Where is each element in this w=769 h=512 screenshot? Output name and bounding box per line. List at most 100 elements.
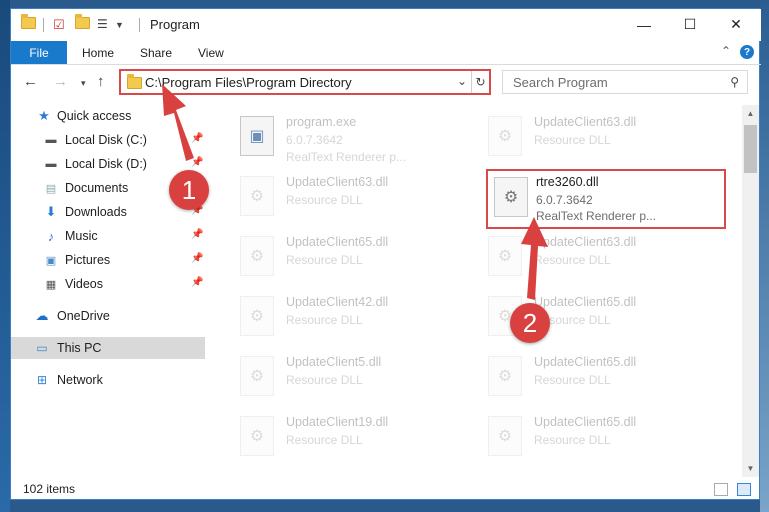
chevron-down-icon[interactable]: ▼ bbox=[115, 20, 124, 36]
scrollbar-thumb[interactable] bbox=[744, 125, 757, 173]
close-button[interactable]: ✕ bbox=[713, 9, 759, 40]
step-2-badge: 2 bbox=[510, 303, 550, 343]
sidebar-item-music[interactable]: ♪ Music 📌 bbox=[11, 225, 205, 247]
file-description: RealText Renderer p... bbox=[536, 209, 657, 223]
dll-gear-icon: ⚙ bbox=[488, 236, 522, 276]
file-type: Resource DLL bbox=[534, 253, 611, 267]
file-version: 6.0.7.3642 bbox=[536, 193, 593, 207]
pictures-icon: ▣ bbox=[45, 254, 57, 267]
search-icon[interactable]: ⚲ bbox=[730, 75, 739, 89]
list-item[interactable]: ⚙ UpdateClient42.dll Resource DLL bbox=[230, 291, 460, 351]
back-button[interactable]: ← bbox=[23, 73, 38, 90]
file-type: Resource DLL bbox=[534, 133, 611, 147]
ribbon-tabs: File Home Share View ⌃ ? bbox=[11, 41, 761, 65]
pin-icon[interactable]: 📌 bbox=[191, 157, 203, 168]
file-name: UpdateClient42.dll bbox=[286, 295, 389, 309]
minimize-button[interactable]: — bbox=[621, 9, 667, 40]
file-type: Resource DLL bbox=[286, 373, 363, 387]
computer-icon: ▭ bbox=[36, 341, 48, 355]
search-input[interactable]: Search Program ⚲ bbox=[502, 70, 748, 94]
file-name: UpdateClient19.dll bbox=[286, 415, 389, 429]
sidebar-item-onedrive[interactable]: ☁ OneDrive bbox=[11, 305, 205, 327]
star-icon: ★ bbox=[38, 108, 50, 123]
file-name: rtre3260.dll bbox=[536, 175, 599, 189]
dll-gear-icon: ⚙ bbox=[240, 296, 274, 336]
new-folder-icon[interactable] bbox=[75, 14, 90, 33]
scroll-up-icon[interactable]: ▲ bbox=[742, 105, 759, 122]
sidebar-item-local-disk-c[interactable]: ▬ Local Disk (C:) 📌 bbox=[11, 129, 205, 151]
list-item[interactable]: ⚙ UpdateClient65.dll Resource DLL bbox=[478, 411, 708, 471]
dll-gear-icon: ⚙ bbox=[494, 177, 528, 217]
item-count: 102 items bbox=[23, 482, 76, 496]
sidebar-item-pictures[interactable]: ▣ Pictures 📌 bbox=[11, 249, 205, 271]
drive-icon: ▬ bbox=[45, 134, 57, 146]
search-placeholder: Search Program bbox=[513, 75, 608, 90]
sidebar-item-label: Quick access bbox=[57, 109, 132, 123]
tab-view[interactable]: View bbox=[198, 46, 224, 60]
explorer-window: ☑ ☰ ▼ Program — ☐ ✕ File Home Share View… bbox=[10, 8, 761, 501]
properties-icon[interactable]: ☑ bbox=[53, 17, 65, 33]
tiles-view-button[interactable] bbox=[737, 483, 751, 496]
sidebar-item-label: Network bbox=[57, 373, 103, 387]
drive-icon: ▬ bbox=[45, 158, 57, 170]
sidebar-item-label: Downloads bbox=[65, 205, 127, 219]
file-type: Resource DLL bbox=[286, 253, 363, 267]
maximize-button[interactable]: ☐ bbox=[667, 9, 713, 40]
file-name: UpdateClient65.dll bbox=[534, 295, 637, 309]
file-name: UpdateClient63.dll bbox=[534, 115, 637, 129]
sidebar-item-label: Documents bbox=[65, 181, 129, 195]
dll-gear-icon: ⚙ bbox=[488, 416, 522, 456]
forward-button[interactable]: → bbox=[53, 73, 68, 90]
sidebar-item-quick-access[interactable]: ★ Quick access bbox=[11, 105, 205, 127]
help-icon[interactable]: ? bbox=[740, 45, 754, 59]
list-item[interactable]: ⚙ UpdateClient65.dll Resource DLL bbox=[478, 351, 708, 411]
list-item[interactable]: ⚙ UpdateClient5.dll Resource DLL bbox=[230, 351, 460, 411]
cloud-icon: ☁ bbox=[35, 308, 49, 323]
vertical-scrollbar[interactable]: ▲ ▼ bbox=[742, 105, 759, 477]
pin-icon[interactable]: 📌 bbox=[191, 133, 203, 144]
list-item[interactable]: ⚙ UpdateClient19.dll Resource DLL bbox=[230, 411, 460, 471]
file-version: 6.0.7.3642 bbox=[286, 133, 343, 147]
sidebar-item-videos[interactable]: ▦ Videos 📌 bbox=[11, 273, 205, 295]
music-icon: ♪ bbox=[47, 228, 55, 244]
file-name: program.exe bbox=[286, 115, 357, 129]
list-item[interactable]: ⚙ UpdateClient63.dll Resource DLL bbox=[230, 171, 460, 231]
status-bar: 102 items bbox=[11, 479, 761, 501]
pin-icon[interactable]: 📌 bbox=[191, 229, 203, 240]
list-item[interactable]: ⚙ UpdateClient65.dll Resource DLL bbox=[230, 231, 460, 291]
address-bar[interactable]: C:\Program Files\Program Directory ⌄ ↻ bbox=[119, 69, 491, 95]
title-bar: ☑ ☰ ▼ Program — ☐ ✕ bbox=[11, 9, 761, 41]
address-path[interactable]: C:\Program Files\Program Directory bbox=[145, 75, 352, 90]
tab-share[interactable]: Share bbox=[140, 46, 172, 60]
file-name: UpdateClient63.dll bbox=[534, 235, 637, 249]
customize-icon[interactable]: ☰ bbox=[97, 17, 108, 33]
list-item[interactable]: ⚙ UpdateClient63.dll Resource DLL bbox=[478, 111, 708, 171]
sidebar-item-this-pc[interactable]: ▭ This PC bbox=[11, 337, 205, 359]
file-name: UpdateClient5.dll bbox=[286, 355, 382, 369]
pin-icon[interactable]: 📌 bbox=[191, 277, 203, 288]
chevron-down-icon[interactable]: ⌄ bbox=[457, 74, 467, 88]
details-view-button[interactable] bbox=[714, 483, 728, 496]
tab-home[interactable]: Home bbox=[82, 46, 114, 60]
tab-file[interactable]: File bbox=[11, 41, 67, 64]
sidebar-item-label: Pictures bbox=[65, 253, 111, 267]
sidebar-item-local-disk-d[interactable]: ▬ Local Disk (D:) 📌 bbox=[11, 153, 205, 175]
pin-icon[interactable]: 📌 bbox=[191, 253, 203, 264]
dll-gear-icon: ⚙ bbox=[488, 116, 522, 156]
dll-gear-icon: ⚙ bbox=[488, 356, 522, 396]
application-icon: ▣ bbox=[240, 116, 274, 156]
chevron-up-icon[interactable]: ⌃ bbox=[721, 44, 731, 58]
sidebar-item-network[interactable]: ⊞ Network bbox=[11, 369, 205, 391]
separator bbox=[43, 18, 44, 32]
recent-locations-chevron-icon[interactable]: ▾ bbox=[81, 78, 86, 89]
desktop-background-right bbox=[760, 0, 769, 512]
refresh-button[interactable]: ↻ bbox=[471, 71, 489, 93]
list-item[interactable]: ⚙ UpdateClient63.dll Resource DLL bbox=[478, 231, 708, 291]
scroll-down-icon[interactable]: ▼ bbox=[742, 460, 759, 477]
file-list: ▣ program.exe 6.0.7.3642 RealText Render… bbox=[216, 105, 741, 477]
list-item-rtre3260-dll[interactable]: ⚙ rtre3260.dll 6.0.7.3642 RealText Rende… bbox=[486, 169, 726, 229]
list-item-program-exe[interactable]: ▣ program.exe 6.0.7.3642 RealText Render… bbox=[230, 111, 460, 171]
up-button[interactable]: ↑ bbox=[97, 73, 105, 90]
step-1-badge: 1 bbox=[169, 170, 209, 210]
file-type: Resource DLL bbox=[286, 433, 363, 447]
